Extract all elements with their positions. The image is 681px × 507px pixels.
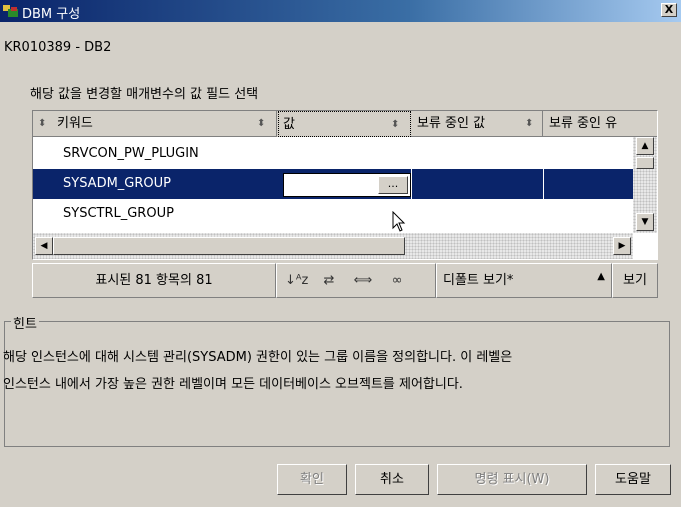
- table-row[interactable]: SYSCTRL_GROUP: [33, 199, 633, 229]
- keyword-cell: SRVCON_PW_PLUGIN: [63, 146, 199, 161]
- hint-line: 해당 인스턴스에 대해 시스템 관리(SYSADM) 권한이 있는 그룹 이름을…: [3, 350, 513, 365]
- column-divider: [543, 169, 544, 199]
- scroll-up-arrow-icon[interactable]: ▲: [636, 137, 654, 155]
- app-icon: [3, 5, 18, 17]
- view-select[interactable]: 디폴트 보기* ▲: [436, 263, 612, 298]
- table-toolbar: 표시된 81 항목의 81 ↓ᴬz ⇄ ⟺ ∞ 디폴트 보기* ▲ 보기: [32, 263, 658, 298]
- column-header-pending-value[interactable]: 보류 중인 값 ⬍: [411, 111, 543, 137]
- edit-value-button[interactable]: ...: [378, 176, 408, 194]
- hint-text: 해당 인스턴스에 대해 시스템 관리(SYSADM) 권한이 있는 그룹 이름을…: [3, 344, 671, 398]
- hint-panel: 힌트 해당 인스턴스에 대해 시스템 관리(SYSADM) 권한이 있는 그룹 …: [3, 313, 671, 447]
- horizontal-scroll-thumb[interactable]: [53, 237, 405, 255]
- vertical-scroll-thumb[interactable]: [636, 157, 654, 169]
- hint-title: 힌트: [11, 313, 39, 332]
- close-button[interactable]: X: [661, 3, 677, 17]
- instance-label: KR010389 - DB2: [4, 40, 112, 55]
- sort-az-icon[interactable]: ↓ᴬz: [285, 272, 308, 290]
- column-divider: [411, 169, 412, 199]
- title-bar[interactable]: DBM 구성 X: [0, 0, 681, 22]
- help-button[interactable]: 도움말: [595, 464, 671, 495]
- scroll-left-arrow-icon[interactable]: ◀: [35, 237, 53, 255]
- dbm-config-window: DBM 구성 X KR010389 - DB2 해당 값을 변경할 매개변수의 …: [0, 0, 681, 507]
- toolbar-icons: ↓ᴬz ⇄ ⟺ ∞: [276, 263, 436, 298]
- sort-icon: ⬍: [257, 118, 266, 129]
- item-count-label: 표시된 81 항목의 81: [32, 263, 276, 298]
- sort-icon: ⬍: [391, 119, 400, 130]
- scroll-down-arrow-icon[interactable]: ▼: [636, 213, 654, 231]
- keyword-cell: SYSADM_GROUP: [63, 176, 171, 191]
- sort-icon: ⬍: [38, 118, 47, 129]
- keyword-cell: SYSCTRL_GROUP: [63, 206, 174, 221]
- vertical-scrollbar[interactable]: ▲ ▼: [633, 137, 657, 233]
- find-icon[interactable]: ∞: [387, 272, 407, 290]
- table-header: ⬍ 키워드 ⬍ 값 ⬍ 보류 중인 값 ⬍ 보류 중인 유: [33, 111, 657, 137]
- table-row-selected[interactable]: SYSADM_GROUP ...: [33, 169, 633, 199]
- parameter-table: ⬍ 키워드 ⬍ 값 ⬍ 보류 중인 값 ⬍ 보류 중인 유 SRVCON_PW_…: [32, 110, 658, 260]
- section-label: 해당 값을 변경할 매개변수의 값 필드 선택: [30, 87, 259, 102]
- value-input[interactable]: ...: [283, 173, 411, 197]
- column-header-pending-unit[interactable]: 보류 중인 유: [543, 111, 657, 137]
- ok-button[interactable]: 확인: [277, 464, 347, 495]
- column-header-value[interactable]: 값 ⬍: [278, 111, 411, 137]
- hint-line: 인스턴스 내에서 가장 높은 권한 레벨이며 모든 데이터베이스 오브젝트를 제…: [3, 377, 463, 392]
- mouse-cursor-icon: [392, 211, 406, 232]
- column-header-keyword[interactable]: ⬍ 키워드 ⬍: [33, 111, 277, 137]
- columns-icon[interactable]: ⟺: [353, 272, 373, 290]
- cancel-button[interactable]: 취소: [355, 464, 429, 495]
- view-button[interactable]: 보기: [612, 263, 658, 298]
- show-command-button[interactable]: 명령 표시(W): [437, 464, 587, 495]
- scroll-right-arrow-icon[interactable]: ▶: [613, 237, 631, 255]
- filter-icon[interactable]: ⇄: [319, 272, 339, 290]
- window-title: DBM 구성: [22, 7, 81, 22]
- table-body: SRVCON_PW_PLUGIN SYSADM_GROUP ... SYSCTR…: [33, 137, 633, 233]
- table-row[interactable]: SRVCON_PW_PLUGIN: [33, 139, 633, 169]
- horizontal-scrollbar[interactable]: ◀ ▶: [33, 233, 633, 259]
- dropdown-up-icon: ▲: [597, 271, 605, 282]
- sort-icon: ⬍: [525, 118, 534, 129]
